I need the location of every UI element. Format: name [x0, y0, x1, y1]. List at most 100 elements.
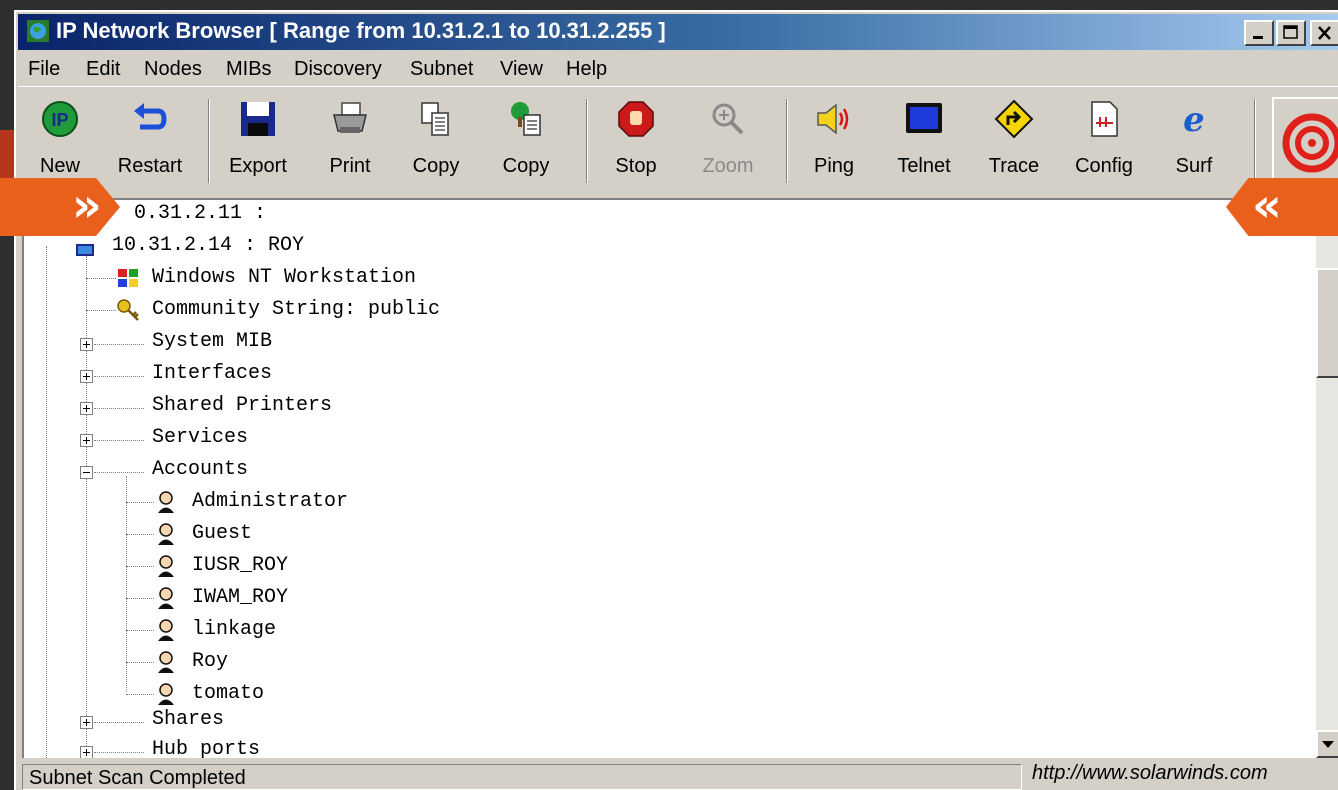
export-button[interactable]: Export: [218, 93, 298, 191]
scroll-down-button[interactable]: [1316, 730, 1338, 758]
ping-button[interactable]: Ping: [794, 93, 874, 191]
tree-host-row[interactable]: 10.31.2.14 : ROY: [24, 232, 624, 262]
user-icon: [158, 555, 174, 577]
windows-logo-icon: [118, 269, 138, 287]
new-button[interactable]: IP New: [20, 93, 100, 191]
account-label: linkage: [192, 618, 277, 641]
menu-mibs[interactable]: MIBs: [226, 58, 272, 81]
menu-help[interactable]: Help: [566, 58, 607, 81]
double-chevron-left-icon: «: [1252, 178, 1282, 232]
scrollbar-thumb[interactable]: [1316, 268, 1338, 378]
account-label: IWAM_ROY: [192, 586, 289, 609]
new-label: New: [39, 155, 80, 177]
expand-icon[interactable]: [80, 402, 93, 415]
zoom-button[interactable]: Zoom: [688, 93, 768, 191]
tree-guide-line: [94, 408, 144, 409]
copy-button[interactable]: Copy: [396, 93, 476, 191]
menu-subnet[interactable]: Subnet: [410, 58, 473, 81]
expand-icon[interactable]: [80, 434, 93, 447]
maximize-button[interactable]: [1276, 20, 1306, 46]
config-label: Config: [1075, 155, 1133, 177]
print-button[interactable]: Print: [310, 93, 390, 191]
copy-tree-button[interactable]: Copy: [486, 93, 566, 191]
stop-label: Stop: [615, 155, 657, 177]
menu-nodes[interactable]: Nodes: [144, 58, 202, 81]
trace-button[interactable]: Trace: [974, 93, 1054, 191]
tree-guide-line: [126, 598, 154, 599]
restart-arrow-icon: [134, 103, 167, 130]
tree-node-shares[interactable]: Shares: [24, 706, 624, 736]
node-label: Interfaces: [152, 362, 273, 385]
account-item[interactable]: Guest: [24, 520, 624, 550]
key-icon: [117, 299, 139, 321]
slide-arrow-right-marker: »: [0, 178, 120, 236]
account-item[interactable]: linkage: [24, 616, 624, 646]
solarwinds-logo-icon: [1282, 113, 1338, 173]
user-icon: [158, 651, 174, 673]
telnet-button[interactable]: Telnet: [884, 93, 964, 191]
account-item[interactable]: Roy: [24, 648, 624, 678]
printer-icon: [333, 102, 367, 133]
tree-node-hub-ports[interactable]: Hub ports: [24, 736, 624, 758]
tree-guide-line: [86, 310, 116, 311]
account-label: Administrator: [192, 490, 349, 513]
title-bar[interactable]: IP Network Browser [ Range from 10.31.2.…: [18, 14, 1338, 50]
menu-view[interactable]: View: [500, 58, 543, 81]
trace-sign-icon: [994, 99, 1034, 139]
user-icon: [158, 683, 174, 705]
close-icon: [1318, 26, 1331, 40]
account-item[interactable]: Administrator: [24, 488, 624, 518]
menu-edit[interactable]: Edit: [86, 58, 120, 81]
tree-info-row[interactable]: Community String: public: [24, 296, 624, 326]
globe-icon: [27, 20, 49, 42]
tree-node-services[interactable]: Services: [24, 424, 624, 454]
expand-icon[interactable]: [80, 716, 93, 729]
zoom-label: Zoom: [702, 155, 754, 177]
account-item[interactable]: IWAM_ROY: [24, 584, 624, 614]
community-string-label: Community String: public: [152, 298, 441, 321]
status-panel: Subnet Scan Completed: [22, 764, 1022, 790]
tree-guide-line: [94, 344, 144, 345]
node-label: Hub ports: [152, 738, 261, 758]
tree-view[interactable]: 0.31.2.11 : 10.31.2.14 : ROY Windows NT …: [22, 198, 1338, 758]
expand-icon[interactable]: [80, 370, 93, 383]
tree-node-system-mib[interactable]: System MIB: [24, 328, 624, 358]
restart-label: Restart: [117, 155, 183, 177]
tree-node-shared-printers[interactable]: Shared Printers: [24, 392, 624, 422]
down-arrow-icon: [1322, 741, 1334, 748]
tree-node-accounts[interactable]: Accounts: [24, 456, 624, 486]
menu-discovery[interactable]: Discovery: [294, 58, 382, 81]
minimize-icon: [1253, 36, 1263, 39]
account-label: Guest: [192, 522, 253, 545]
expand-icon[interactable]: [80, 338, 93, 351]
logo-box: [1272, 97, 1338, 187]
close-button[interactable]: [1310, 20, 1338, 46]
host-label: 10.31.2.14 : ROY: [112, 234, 305, 257]
os-label: Windows NT Workstation: [152, 266, 417, 289]
surf-label: Surf: [1175, 155, 1213, 177]
window-title: IP Network Browser [ Range from 10.31.2.…: [56, 18, 666, 43]
export-label: Export: [229, 155, 287, 177]
config-button[interactable]: Config: [1064, 93, 1144, 191]
copy-tree-icon: [511, 102, 541, 136]
copy-label: Copy: [412, 155, 460, 177]
tree-guide-line: [94, 722, 144, 723]
restart-button[interactable]: Restart: [110, 93, 190, 191]
stop-hand-icon: [618, 101, 654, 137]
collapse-icon[interactable]: [80, 466, 93, 479]
account-label: tomato: [192, 682, 265, 705]
expand-icon[interactable]: [80, 746, 93, 758]
status-text: Subnet Scan Completed: [29, 767, 246, 789]
vertical-scrollbar[interactable]: [1316, 200, 1338, 758]
minimize-button[interactable]: [1244, 20, 1274, 46]
user-icon: [158, 619, 174, 641]
stop-button[interactable]: Stop: [596, 93, 676, 191]
account-item[interactable]: IUSR_ROY: [24, 552, 624, 582]
toolbar-separator: [586, 99, 588, 183]
svg-text:e: e: [1183, 100, 1205, 139]
surf-button[interactable]: e Surf: [1154, 93, 1234, 191]
tree-node-interfaces[interactable]: Interfaces: [24, 360, 624, 390]
source-url: http://www.solarwinds.com: [1032, 762, 1268, 784]
menu-file[interactable]: File: [28, 58, 60, 81]
tree-info-row[interactable]: Windows NT Workstation: [24, 264, 624, 294]
